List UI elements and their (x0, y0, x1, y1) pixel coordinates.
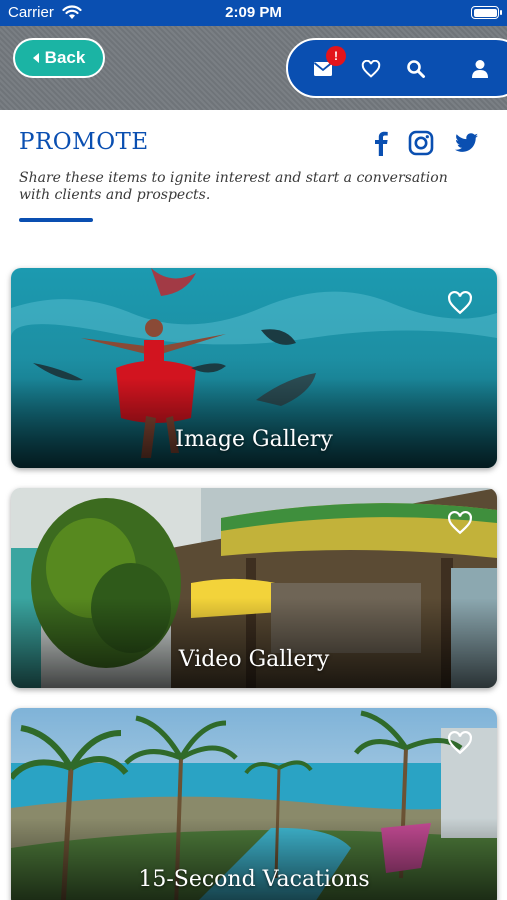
clock: 2:09 PM (225, 4, 282, 21)
page-description: Share these items to ignite interest and… (19, 170, 448, 203)
battery-icon (471, 6, 502, 19)
facebook-icon[interactable] (368, 130, 394, 156)
card-shade (11, 598, 497, 688)
image-gallery-card[interactable]: Image Gallery (11, 268, 497, 468)
card-title: Video Gallery (178, 647, 330, 672)
card-title: 15-Second Vacations (138, 867, 370, 892)
heart-icon[interactable] (360, 58, 382, 80)
vacations-card[interactable]: 15-Second Vacations (11, 708, 497, 900)
video-gallery-card[interactable]: Video Gallery (11, 488, 497, 688)
notification-badge: ! (326, 46, 346, 66)
chevron-left-icon (32, 53, 39, 63)
heart-outline-icon[interactable] (447, 730, 473, 756)
heart-outline-icon[interactable] (447, 510, 473, 536)
back-button-label: Back (44, 48, 86, 67)
nav-toolbar: ! (286, 38, 507, 98)
twitter-icon[interactable] (454, 130, 480, 156)
page-title: PROMOTE (19, 129, 149, 155)
search-icon[interactable] (405, 58, 427, 80)
instagram-icon[interactable] (408, 130, 434, 156)
title-underline (19, 218, 93, 222)
back-button[interactable]: Back (13, 38, 105, 78)
status-bar: Carrier 2:09 PM (0, 0, 507, 26)
card-shade (11, 378, 497, 468)
header: Back ! (0, 26, 507, 110)
heart-outline-icon[interactable] (447, 290, 473, 316)
card-title: Image Gallery (175, 427, 333, 452)
user-icon[interactable] (469, 58, 491, 80)
